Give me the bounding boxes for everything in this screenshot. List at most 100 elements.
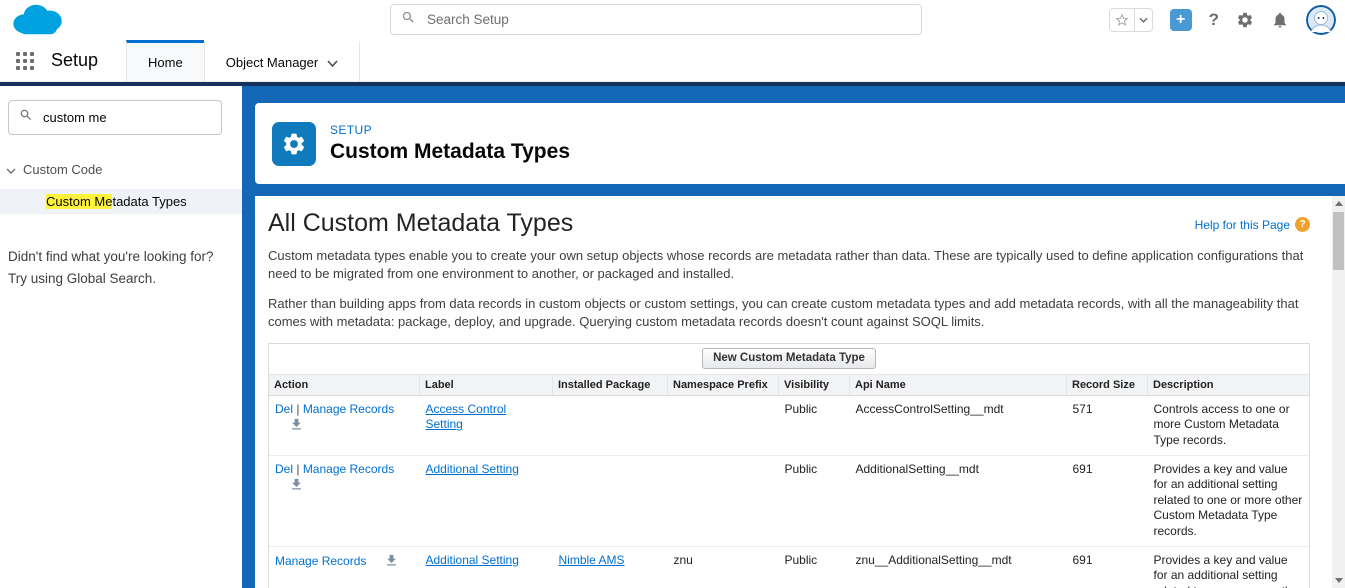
search-icon [401, 10, 425, 30]
package-download-icon [289, 477, 304, 497]
help-for-this-page-link[interactable]: Help for this Page [1195, 218, 1290, 232]
scroll-up-arrow-icon[interactable] [1332, 196, 1345, 211]
package-download-icon [384, 553, 399, 573]
chevron-down-icon [6, 162, 16, 177]
column-header-action: Action [269, 374, 420, 395]
not-found-line-2: Try using Global Search. [8, 269, 234, 289]
label-link[interactable]: Access Control Setting [426, 402, 507, 432]
column-header-visibility: Visibility [779, 374, 850, 395]
del-link[interactable]: Del [275, 462, 293, 476]
action-cell: Del | Manage Records [269, 455, 420, 546]
record-size-cell: 571 [1067, 395, 1148, 455]
label-link[interactable]: Additional Setting [426, 462, 519, 476]
action-links: Del | Manage Records [275, 402, 394, 416]
setup-gear-icon[interactable] [1236, 11, 1254, 29]
app-name: Setup [51, 50, 98, 71]
setup-gear-tile-icon [272, 122, 316, 166]
help-glyph: ? [1299, 219, 1305, 230]
new-custom-metadata-type-button[interactable]: New Custom Metadata Type [702, 348, 876, 369]
action-links: Manage Records [275, 554, 366, 568]
visibility-cell: Public [779, 546, 850, 588]
sidebar-search-input[interactable] [41, 109, 221, 126]
manage-records-link[interactable]: Manage Records [303, 462, 394, 476]
action-separator: | [293, 462, 303, 476]
tab-home[interactable]: Home [126, 40, 204, 81]
metadata-table-header-row: ActionLabelInstalled PackageNamespace Pr… [269, 374, 1309, 395]
table-row: Del | Manage Records Additional Setting … [269, 455, 1309, 546]
installed-package-link[interactable]: Nimble AMS [559, 553, 625, 567]
description-cell: Provides a key and value for an addition… [1148, 455, 1310, 546]
label-cell: Additional Setting [420, 546, 553, 588]
label-cell: Additional Setting [420, 455, 553, 546]
salesforce-logo-icon [8, 1, 68, 44]
intro-paragraph-1: Custom metadata types enable you to crea… [268, 247, 1310, 284]
app-launcher-waffle-icon[interactable] [16, 52, 34, 70]
record-size-cell: 691 [1067, 455, 1148, 546]
namespace-prefix-cell [668, 455, 779, 546]
description-cell: Controls access to one or more Custom Me… [1148, 395, 1310, 455]
table-row: Manage Records Additional Setting Nimble… [269, 546, 1309, 588]
page-header-eyebrow: SETUP [330, 123, 570, 137]
user-avatar[interactable] [1306, 5, 1336, 35]
sidebar-not-found-hint: Didn't find what you're looking for? Try… [8, 247, 234, 289]
sidebar-item-custom-metadata-types[interactable]: Custom Metadata Types [0, 189, 242, 214]
not-found-line-1: Didn't find what you're looking for? [8, 247, 234, 267]
label-cell: Access Control Setting [420, 395, 553, 455]
manage-records-link[interactable]: Manage Records [303, 402, 394, 416]
api-name-cell: AdditionalSetting__mdt [850, 455, 1067, 546]
list-button-row: New Custom Metadata Type [269, 344, 1309, 374]
package-download-icon [289, 417, 304, 437]
sidebar-section-custom-code[interactable]: Custom Code [6, 162, 242, 177]
global-header: + ? [0, 0, 1345, 40]
label-link[interactable]: Additional Setting [426, 553, 519, 567]
global-search-box[interactable] [390, 4, 922, 35]
namespace-prefix-cell [668, 395, 779, 455]
metadata-table-body: Del | Manage Records Access Control Sett… [269, 395, 1309, 588]
column-header-description: Description [1148, 374, 1310, 395]
column-header-label: Label [420, 374, 553, 395]
sidebar-item-label-rest: tadata Types [112, 194, 186, 209]
vertical-scrollbar[interactable] [1332, 196, 1345, 588]
api-name-cell: znu__AdditionalSetting__mdt [850, 546, 1067, 588]
favorites-group [1109, 8, 1153, 32]
metadata-list-box: New Custom Metadata Type ActionLabelInst… [268, 343, 1310, 588]
del-link[interactable]: Del [275, 402, 293, 416]
manage-records-link[interactable]: Manage Records [275, 554, 366, 568]
action-links: Del | Manage Records [275, 462, 394, 476]
content-panel: All Custom Metadata Types Help for this … [255, 196, 1345, 588]
search-icon [19, 108, 33, 127]
scrollbar-thumb[interactable] [1333, 212, 1344, 270]
help-for-this-page: Help for this Page ? [1195, 217, 1310, 232]
setup-content-area: SETUP Custom Metadata Types All Custom M… [242, 86, 1345, 588]
metadata-table: ActionLabelInstalled PackageNamespace Pr… [269, 374, 1309, 588]
tab-object-manager-label: Object Manager [226, 55, 319, 70]
page-title: All Custom Metadata Types [268, 208, 573, 238]
salesforce-setup-app: + ? Setup Home [0, 0, 1345, 588]
notifications-bell-icon[interactable] [1271, 11, 1289, 29]
action-separator: | [293, 402, 303, 416]
sidebar-section-label: Custom Code [23, 162, 102, 177]
tab-home-label: Home [148, 55, 183, 70]
installed-package-cell [553, 395, 668, 455]
tab-object-manager[interactable]: Object Manager [204, 40, 361, 81]
chevron-down-icon [327, 55, 338, 70]
scroll-down-arrow-icon[interactable] [1332, 573, 1345, 588]
api-name-cell: AccessControlSetting__mdt [850, 395, 1067, 455]
setup-sidebar: Custom Code Custom Metadata Types Didn't… [0, 86, 242, 588]
favorites-star-icon[interactable] [1110, 9, 1134, 31]
header-actions: + ? [1109, 0, 1336, 40]
visibility-cell: Public [779, 455, 850, 546]
setup-nav-bar: Setup Home Object Manager [0, 40, 1345, 82]
setup-tabs: Home Object Manager [126, 40, 360, 81]
installed-package-cell: Nimble AMS [553, 546, 668, 588]
intro-paragraph-2: Rather than building apps from data reco… [268, 295, 1310, 332]
global-search-input[interactable] [425, 11, 911, 28]
help-orange-icon[interactable]: ? [1295, 217, 1310, 232]
favorites-dropdown-chevron-icon[interactable] [1135, 9, 1152, 31]
quick-create-plus-button[interactable]: + [1170, 9, 1192, 31]
sidebar-search-box[interactable] [8, 100, 222, 135]
column-header-record-size: Record Size [1067, 374, 1148, 395]
visibility-cell: Public [779, 395, 850, 455]
description-cell: Provides a key and value for an addition… [1148, 546, 1310, 588]
help-icon[interactable]: ? [1209, 10, 1219, 30]
